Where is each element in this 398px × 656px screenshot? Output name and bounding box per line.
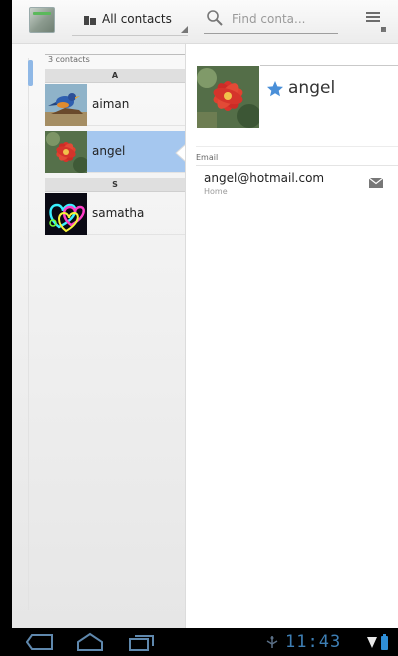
email-section-label: Email: [196, 146, 398, 166]
dropdown-corner-icon: [181, 26, 188, 33]
system-bar: 11:43: [0, 628, 398, 656]
contacts-group-icon: [84, 16, 96, 25]
email-type-label: Home: [204, 187, 228, 196]
contact-row-samatha[interactable]: samatha: [45, 193, 185, 235]
search-input[interactable]: [232, 9, 332, 29]
contact-row-angel[interactable]: angel: [45, 131, 185, 173]
back-icon[interactable]: [26, 632, 54, 652]
usb-debug-icon: [266, 636, 278, 648]
menu-line-icon: [366, 16, 380, 18]
home-icon[interactable]: [76, 632, 104, 652]
action-bar: All contacts: [12, 0, 398, 44]
search-icon: [207, 10, 223, 26]
section-header-s: S: [45, 178, 185, 192]
detail-contact-name: angel: [288, 78, 336, 98]
contact-row-aiman[interactable]: aiman: [45, 84, 185, 126]
section-header-a: A: [45, 69, 185, 83]
filter-label: All contacts: [102, 12, 172, 26]
overflow-menu-button[interactable]: [366, 12, 386, 34]
contacts-app-icon[interactable]: [29, 7, 55, 33]
menu-line-icon: [366, 12, 380, 14]
list-fast-scroll-thumb[interactable]: [28, 60, 33, 86]
contact-name: aiman: [92, 97, 130, 111]
contacts-screen: All contacts 3 contacts A: [12, 0, 398, 628]
red-flower-photo-avatar: [45, 131, 87, 173]
menu-corner-icon: [381, 27, 386, 32]
battery-icon: [381, 634, 388, 650]
contact-name: angel: [92, 144, 126, 158]
recent-apps-icon[interactable]: [128, 632, 156, 652]
neon-hearts-photo-avatar: [45, 193, 87, 235]
contact-filter-dropdown[interactable]: All contacts: [72, 6, 188, 36]
search-box[interactable]: [204, 6, 338, 34]
bird-photo-avatar: [45, 84, 87, 126]
contact-count: 3 contacts: [45, 54, 185, 67]
send-email-icon[interactable]: [369, 178, 383, 188]
status-clock: 11:43: [285, 632, 342, 652]
favorite-star-icon[interactable]: [266, 80, 284, 98]
contact-detail-pane: angel Email angel@hotmail.com Home: [186, 44, 398, 628]
header-rule: [260, 65, 398, 66]
contact-name: samatha: [92, 206, 145, 220]
wifi-signal-icon: [367, 637, 377, 648]
contact-list: 3 contacts A aiman angel S samatha: [45, 52, 185, 628]
menu-line-icon: [366, 20, 380, 22]
contact-photo[interactable]: [197, 66, 259, 128]
list-scroll-track[interactable]: [28, 58, 33, 610]
email-address[interactable]: angel@hotmail.com: [204, 171, 324, 185]
